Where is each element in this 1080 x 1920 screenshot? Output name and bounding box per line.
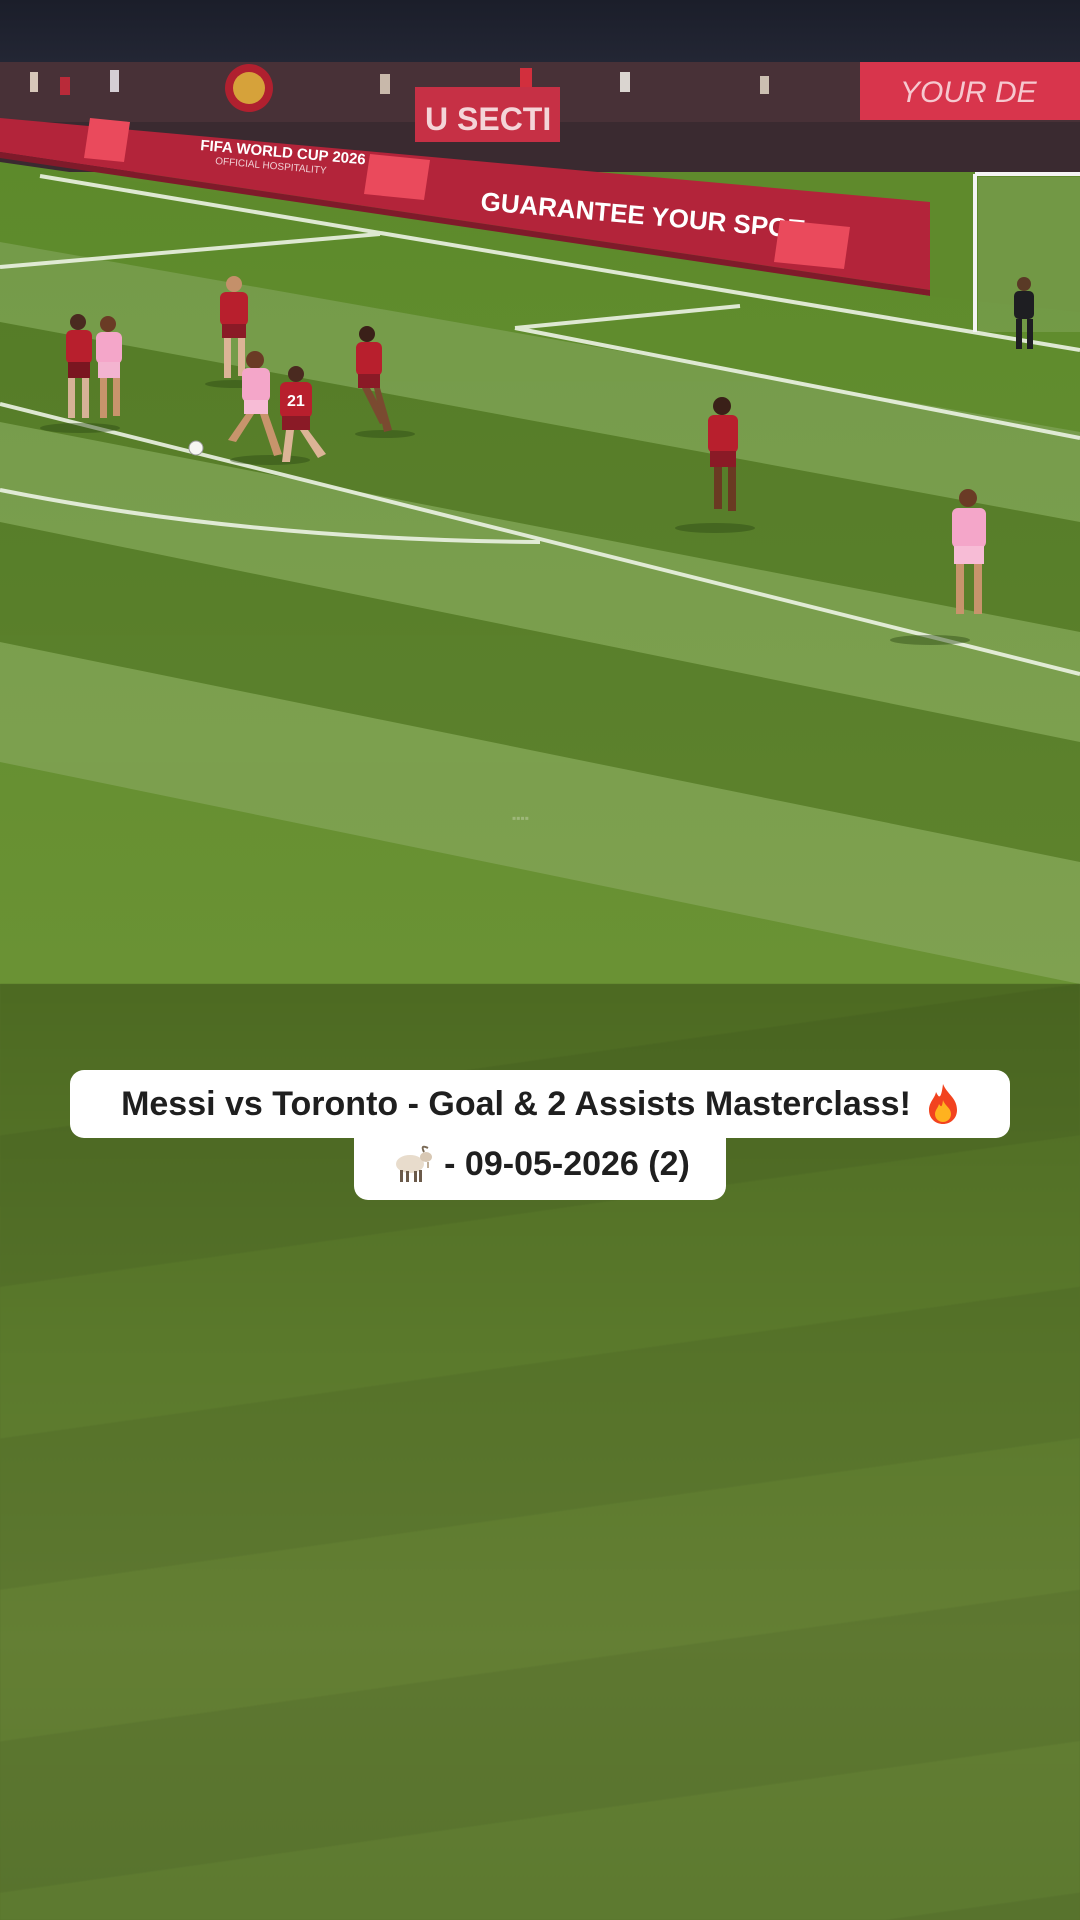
caption-line-1: Messi vs Toronto - Goal & 2 Assists Mast…: [70, 1070, 1010, 1138]
video-watermark: ▪▪▪▪: [512, 811, 529, 825]
fire-icon: [921, 1082, 965, 1126]
video-caption: Messi vs Toronto - Goal & 2 Assists Mast…: [0, 1070, 1080, 1200]
caption-line-2: - 09-05-2026 (2): [354, 1136, 726, 1200]
banner-text: U SECTI: [425, 101, 551, 137]
match-scene: YOUR DE U SECTI GUARANTEE YOUR SPOT FIFA…: [0, 62, 1080, 984]
ball: [188, 440, 204, 456]
caption-title: Messi vs Toronto - Goal & 2 Assists Mast…: [121, 1085, 911, 1123]
goat-icon: [390, 1142, 434, 1186]
jersey-number: 21: [287, 393, 305, 410]
caption-date: - 09-05-2026 (2): [444, 1145, 690, 1183]
banner-right-text: YOUR DE: [900, 76, 1038, 109]
top-bar: [0, 0, 1080, 62]
match-video-frame[interactable]: YOUR DE U SECTI GUARANTEE YOUR SPOT FIFA…: [0, 62, 1080, 984]
video-player-screen[interactable]: YOUR DE U SECTI GUARANTEE YOUR SPOT FIFA…: [0, 0, 1080, 1920]
